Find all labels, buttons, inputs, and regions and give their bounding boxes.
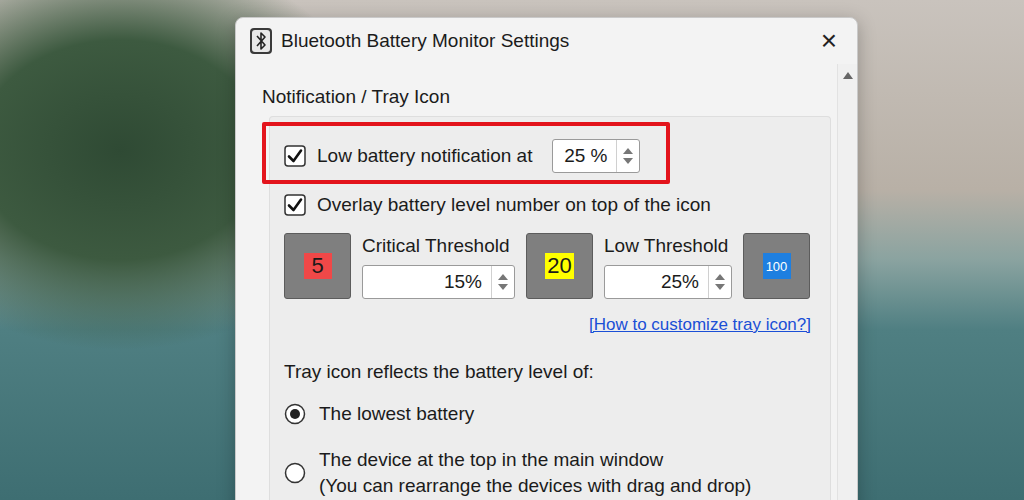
radio-button[interactable] <box>284 403 306 425</box>
spin-arrows[interactable] <box>616 140 639 172</box>
spinbox-value[interactable]: 15% <box>363 266 491 298</box>
low-battery-row: Low battery notification at 25 % <box>284 139 811 173</box>
threshold-field: Low Threshold 25% <box>604 233 732 299</box>
threshold-field: Critical Threshold 15% <box>362 233 515 299</box>
tray-icon-preview: 100 <box>763 253 791 279</box>
option-label[interactable]: The device at the top in the main window <box>319 447 751 473</box>
preview-number: 20 <box>547 253 571 279</box>
tray-icon-preview: 5 <box>304 253 332 279</box>
icon-color-button[interactable]: 5 <box>284 233 351 299</box>
radio-text[interactable]: The lowest battery <box>319 401 474 427</box>
preview-number: 100 <box>766 259 788 274</box>
spinbox[interactable]: 25 % <box>552 139 640 173</box>
radio-option[interactable]: The lowest battery <box>284 401 811 427</box>
customize-link[interactable]: [How to customize tray icon?] <box>589 314 811 336</box>
overlay-row: Overlay battery level number on top of t… <box>284 193 811 217</box>
window-title: Bluetooth Battery Monitor Settings <box>281 30 802 52</box>
up-arrow-icon <box>498 274 508 280</box>
icon-color-button[interactable]: 20 <box>526 233 593 299</box>
radio-option[interactable]: The device at the top in the main window… <box>284 447 811 499</box>
radio-button[interactable] <box>284 462 306 484</box>
spinbox-value[interactable]: 25% <box>605 266 708 298</box>
close-button[interactable]: × <box>811 25 847 57</box>
checkbox[interactable] <box>284 145 306 167</box>
threshold-row: 5 Critical Threshold 15% 20 Low Threshold 25%… <box>284 233 811 299</box>
up-arrow-icon <box>715 274 725 280</box>
overlay-label[interactable]: Overlay battery level number on top of t… <box>317 194 711 216</box>
radio-text[interactable]: The device at the top in the main window… <box>319 447 751 499</box>
settings-content: Notification / Tray Icon Low battery noti… <box>236 64 837 500</box>
link-row: [How to customize tray icon?] <box>284 314 811 336</box>
icon-color-button[interactable]: 100 <box>743 233 810 299</box>
down-arrow-icon <box>498 284 508 290</box>
tray-label: Tray icon reflects the battery level of: <box>284 360 811 384</box>
window-body: Notification / Tray Icon Low battery noti… <box>236 64 857 500</box>
low-battery-label[interactable]: Low battery notification at <box>317 145 532 167</box>
down-arrow-icon <box>623 158 633 164</box>
tray-icon-preview: 20 <box>545 253 573 279</box>
option-label[interactable]: The lowest battery <box>319 401 474 427</box>
threshold-label: Low Threshold <box>604 233 732 259</box>
scroll-up-icon <box>843 72 853 79</box>
bluetooth-icon <box>250 28 272 54</box>
spinbox[interactable]: 15% <box>362 265 515 299</box>
preview-number: 5 <box>311 253 323 279</box>
down-arrow-icon <box>715 284 725 290</box>
settings-window: Bluetooth Battery Monitor Settings × Notif… <box>235 17 858 500</box>
checkbox[interactable] <box>284 194 306 216</box>
threshold-label: Critical Threshold <box>362 233 515 259</box>
spinbox[interactable]: 25% <box>604 265 732 299</box>
spin-arrows[interactable] <box>491 266 514 298</box>
desktop-wallpaper: Bluetooth Battery Monitor Settings × Notif… <box>0 0 1024 500</box>
notification-group: Low battery notification at 25 % Overlay b… <box>269 116 831 500</box>
scrollbar[interactable] <box>837 64 857 500</box>
option-note: (You can rearrange the devices with drag… <box>319 473 751 499</box>
title-bar: Bluetooth Battery Monitor Settings × <box>236 18 857 64</box>
section-title: Notification / Tray Icon <box>262 86 837 108</box>
highlight-box <box>262 122 670 184</box>
spinbox-value[interactable]: 25 % <box>553 140 616 172</box>
up-arrow-icon <box>623 148 633 154</box>
spin-arrows[interactable] <box>708 266 731 298</box>
